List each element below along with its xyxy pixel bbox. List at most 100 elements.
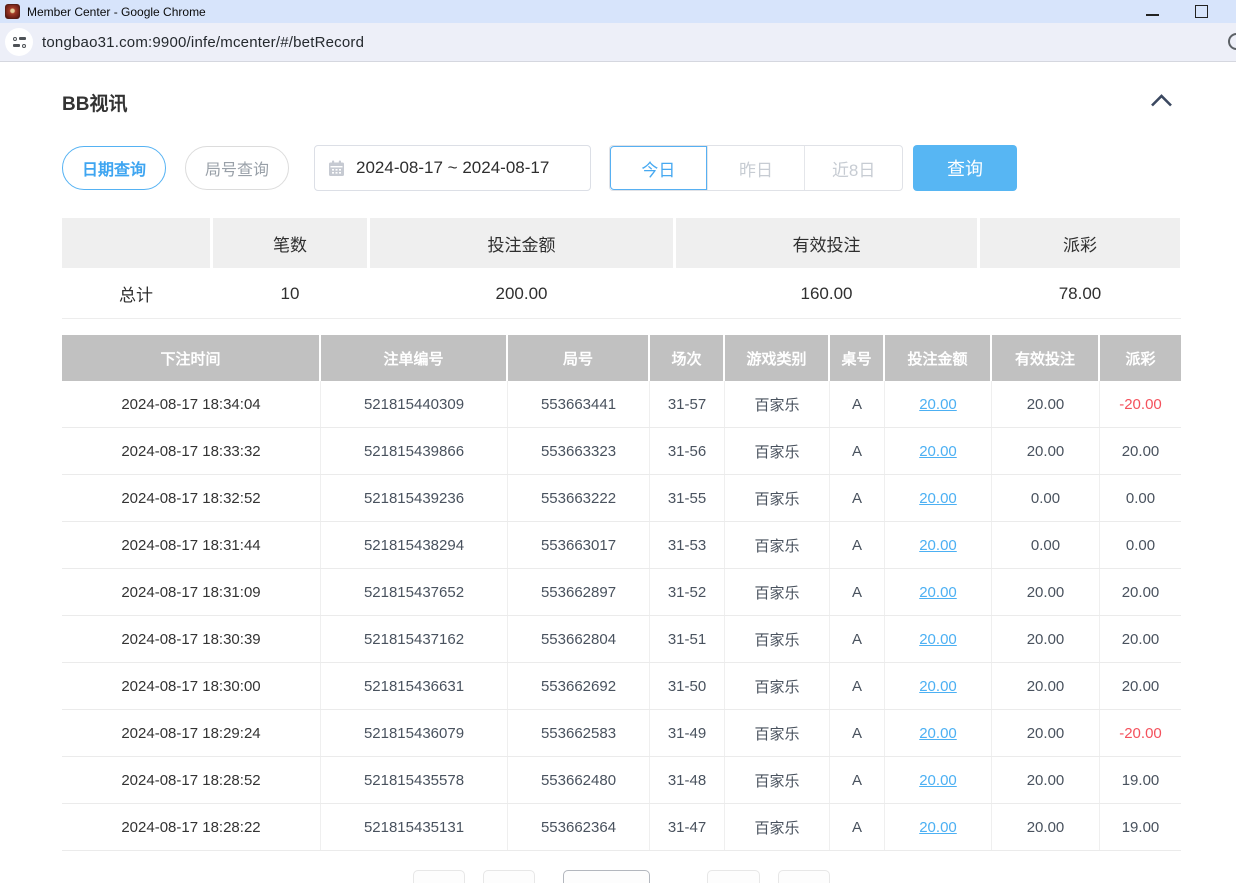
cell-round-no: 553662804 xyxy=(508,616,650,662)
summary-header-row: 笔数 投注金额 有效投注 派彩 xyxy=(62,218,1181,268)
bet-amount-link[interactable]: 20.00 xyxy=(919,678,957,695)
cell-valid-bet: 20.00 xyxy=(992,663,1100,709)
cell-session: 31-56 xyxy=(650,428,725,474)
cell-round-no: 553663017 xyxy=(508,522,650,568)
cell-bet-time: 2024-08-17 18:32:52 xyxy=(62,475,321,521)
table-row: 2024-08-17 18:28:52 521815435578 5536624… xyxy=(62,757,1181,804)
quick-range-1[interactable]: 昨日 xyxy=(707,146,805,190)
table-row: 2024-08-17 18:32:52 521815439236 5536632… xyxy=(62,475,1181,522)
cell-session: 31-52 xyxy=(650,569,725,615)
url-text[interactable]: tongbao31.com:9900/infe/mcenter/#/betRec… xyxy=(42,34,364,51)
cell-order-no: 521815439866 xyxy=(321,428,508,474)
cell-table-no: A xyxy=(830,710,885,756)
pagination-first-button[interactable] xyxy=(413,870,465,883)
cell-bet-time: 2024-08-17 18:31:09 xyxy=(62,569,321,615)
bet-amount-link[interactable]: 20.00 xyxy=(919,819,957,836)
cell-payout: 0.00 xyxy=(1100,522,1181,568)
summary-total-bet-amount: 200.00 xyxy=(370,269,673,318)
cell-bet-time: 2024-08-17 18:33:32 xyxy=(62,428,321,474)
header-round-no: 局号 xyxy=(508,335,650,381)
cell-round-no: 553663441 xyxy=(508,381,650,427)
cell-order-no: 521815437162 xyxy=(321,616,508,662)
cell-session: 31-51 xyxy=(650,616,725,662)
cell-game-type: 百家乐 xyxy=(725,804,830,850)
cell-bet-time: 2024-08-17 18:29:24 xyxy=(62,710,321,756)
site-favicon-icon xyxy=(5,4,20,19)
summary-header-payout: 派彩 xyxy=(980,218,1180,268)
cell-order-no: 521815439236 xyxy=(321,475,508,521)
table-row: 2024-08-17 18:30:39 521815437162 5536628… xyxy=(62,616,1181,663)
chevron-up-icon xyxy=(1150,94,1173,107)
cell-table-no: A xyxy=(830,381,885,427)
pagination-next-button[interactable] xyxy=(707,870,760,883)
pagination-prev-button[interactable] xyxy=(483,870,535,883)
bet-amount-link[interactable]: 20.00 xyxy=(919,772,957,789)
cell-order-no: 521815436079 xyxy=(321,710,508,756)
cell-round-no: 553662480 xyxy=(508,757,650,803)
bet-amount-link[interactable]: 20.00 xyxy=(919,443,957,460)
cell-game-type: 百家乐 xyxy=(725,381,830,427)
pagination-page-select[interactable] xyxy=(563,870,650,883)
header-table-no: 桌号 xyxy=(830,335,885,381)
table-row: 2024-08-17 18:29:24 521815436079 5536625… xyxy=(62,710,1181,757)
cell-payout: 20.00 xyxy=(1100,663,1181,709)
bet-amount-link[interactable]: 20.00 xyxy=(919,396,957,413)
bet-amount-link[interactable]: 20.00 xyxy=(919,631,957,648)
address-bar[interactable]: tongbao31.com:9900/infe/mcenter/#/betRec… xyxy=(0,23,1236,62)
site-settings-icon[interactable] xyxy=(5,28,33,56)
cell-order-no: 521815436631 xyxy=(321,663,508,709)
cell-game-type: 百家乐 xyxy=(725,757,830,803)
cell-table-no: A xyxy=(830,522,885,568)
bet-amount-link[interactable]: 20.00 xyxy=(919,537,957,554)
date-range-picker[interactable]: 2024-08-17 ~ 2024-08-17 xyxy=(314,145,591,191)
quick-range-0[interactable]: 今日 xyxy=(610,146,707,190)
cell-valid-bet: 20.00 xyxy=(992,569,1100,615)
table-row: 2024-08-17 18:31:44 521815438294 5536630… xyxy=(62,522,1181,569)
cell-bet-time: 2024-08-17 18:28:52 xyxy=(62,757,321,803)
bet-amount-link[interactable]: 20.00 xyxy=(919,490,957,507)
cell-session: 31-53 xyxy=(650,522,725,568)
summary-header-count: 笔数 xyxy=(213,218,367,268)
cell-table-no: A xyxy=(830,663,885,709)
header-bet-time: 下注时间 xyxy=(62,335,321,381)
header-game-type: 游戏类别 xyxy=(725,335,830,381)
table-header-row: 下注时间 注单编号 局号 场次 游戏类别 桌号 投注金额 有效投注 派彩 xyxy=(62,335,1181,381)
bet-amount-link[interactable]: 20.00 xyxy=(919,584,957,601)
cell-game-type: 百家乐 xyxy=(725,522,830,568)
cell-valid-bet: 0.00 xyxy=(992,475,1100,521)
cell-session: 31-50 xyxy=(650,663,725,709)
collapse-section-button[interactable] xyxy=(1150,94,1181,112)
cell-valid-bet: 20.00 xyxy=(992,616,1100,662)
table-row: 2024-08-17 18:34:04 521815440309 5536634… xyxy=(62,381,1181,428)
bet-amount-link[interactable]: 20.00 xyxy=(919,725,957,742)
cell-valid-bet: 20.00 xyxy=(992,710,1100,756)
cell-valid-bet: 20.00 xyxy=(992,381,1100,427)
cell-table-no: A xyxy=(830,428,885,474)
calendar-icon xyxy=(328,160,345,177)
cell-payout: 20.00 xyxy=(1100,616,1181,662)
cell-order-no: 521815437652 xyxy=(321,569,508,615)
cell-table-no: A xyxy=(830,616,885,662)
window-titlebar: Member Center - Google Chrome xyxy=(0,0,1236,23)
minimize-icon[interactable] xyxy=(1146,14,1159,16)
table-row: 2024-08-17 18:33:32 521815439866 5536633… xyxy=(62,428,1181,475)
bet-record-table: 下注时间 注单编号 局号 场次 游戏类别 桌号 投注金额 有效投注 派彩 202… xyxy=(62,335,1181,851)
summary-table: 笔数 投注金额 有效投注 派彩 总计 10 200.00 160.00 78.0… xyxy=(62,218,1181,319)
cell-game-type: 百家乐 xyxy=(725,428,830,474)
cell-session: 31-49 xyxy=(650,710,725,756)
cell-bet-time: 2024-08-17 18:30:39 xyxy=(62,616,321,662)
window-title: Member Center - Google Chrome xyxy=(27,5,206,19)
quick-range-2[interactable]: 近8日 xyxy=(804,146,902,190)
search-button[interactable]: 查询 xyxy=(913,145,1017,191)
pagination-last-button[interactable] xyxy=(778,870,830,883)
tab-date-query[interactable]: 日期查询 xyxy=(62,146,166,190)
tab-round-query[interactable]: 局号查询 xyxy=(185,146,289,190)
cell-round-no: 553662897 xyxy=(508,569,650,615)
maximize-icon[interactable] xyxy=(1195,5,1208,18)
cell-game-type: 百家乐 xyxy=(725,569,830,615)
summary-total-payout: 78.00 xyxy=(980,269,1180,318)
cell-valid-bet: 20.00 xyxy=(992,757,1100,803)
summary-header-valid-bet: 有效投注 xyxy=(676,218,977,268)
cell-bet-time: 2024-08-17 18:31:44 xyxy=(62,522,321,568)
page-title: BB视讯 xyxy=(62,89,127,116)
